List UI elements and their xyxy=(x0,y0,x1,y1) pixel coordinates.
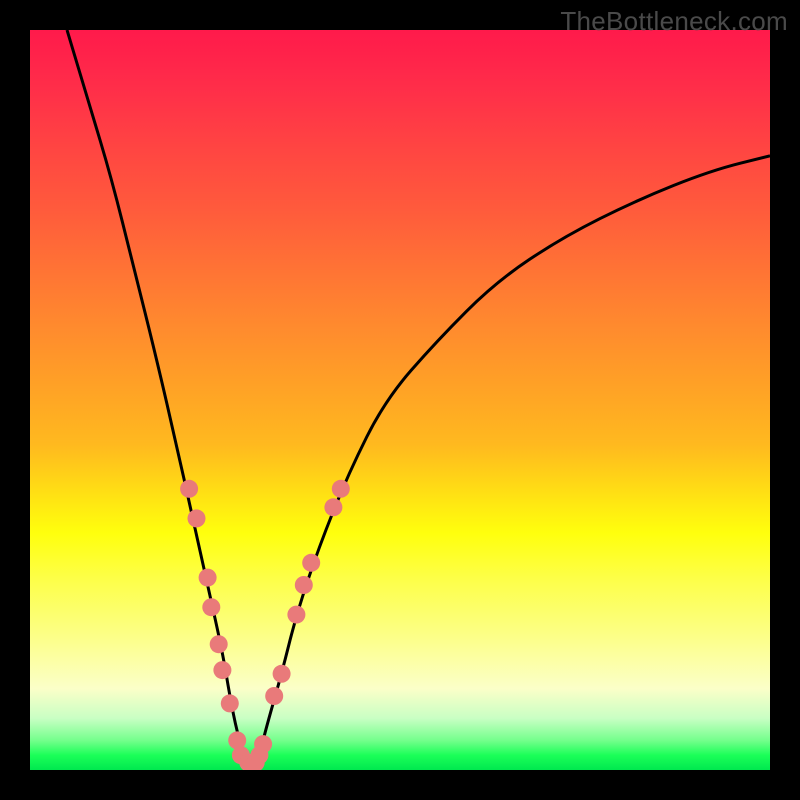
data-point xyxy=(332,480,350,498)
data-point xyxy=(180,480,198,498)
bottleneck-curve xyxy=(67,30,770,766)
data-point xyxy=(287,606,305,624)
data-point xyxy=(295,576,313,594)
data-point xyxy=(265,687,283,705)
data-point xyxy=(273,665,291,683)
data-point xyxy=(213,661,231,679)
watermark-label: TheBottleneck.com xyxy=(560,6,788,37)
chart-frame: TheBottleneck.com xyxy=(0,0,800,800)
data-point xyxy=(221,694,239,712)
plot-area xyxy=(30,30,770,770)
data-point xyxy=(202,598,220,616)
data-point xyxy=(254,735,272,753)
data-point xyxy=(188,509,206,527)
data-point xyxy=(199,569,217,587)
bottleneck-curve-svg xyxy=(30,30,770,770)
data-point xyxy=(210,635,228,653)
data-point xyxy=(324,498,342,516)
data-points-group xyxy=(180,480,350,770)
data-point xyxy=(302,554,320,572)
